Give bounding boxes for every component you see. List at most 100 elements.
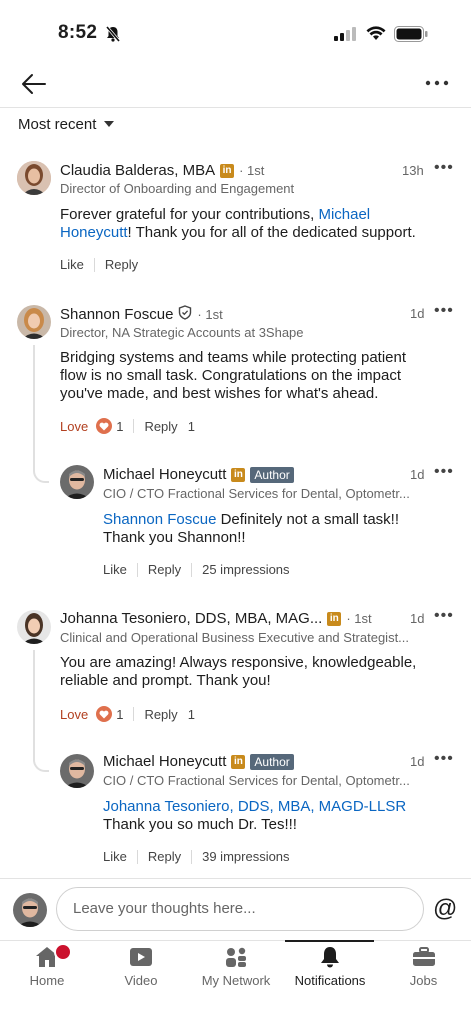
reply-header: Michael Honeycutt in Author bbox=[103, 466, 294, 483]
network-icon bbox=[223, 945, 249, 969]
comment-more-icon[interactable]: ••• bbox=[434, 160, 454, 176]
author-badge: Author bbox=[250, 466, 294, 483]
nav-label: Home bbox=[29, 973, 65, 988]
divider bbox=[133, 707, 135, 721]
bell-icon bbox=[317, 945, 343, 969]
status-time: 8:52 bbox=[58, 22, 98, 43]
reply-author-headline: CIO / CTO Fractional Services for Dental… bbox=[103, 773, 410, 788]
connection-degree: · 1st bbox=[239, 163, 265, 178]
nav-video[interactable]: Video bbox=[94, 941, 188, 1001]
commenter-name[interactable]: Johanna Tesoniero, DDS, MBA, MAG... bbox=[60, 610, 322, 627]
love-reaction-button[interactable]: Love bbox=[60, 419, 88, 434]
nav-home[interactable]: Home bbox=[0, 941, 94, 1001]
reply-more-icon[interactable]: ••• bbox=[434, 751, 454, 767]
reply-button[interactable]: Reply bbox=[148, 562, 181, 577]
divider bbox=[191, 849, 193, 864]
notification-badge bbox=[54, 943, 72, 961]
heart-reaction-icon bbox=[96, 706, 113, 722]
bottom-navigation: Home Video My Network Notifications Jobs bbox=[0, 940, 471, 1024]
reply-time: 1d bbox=[410, 467, 425, 482]
divider bbox=[191, 562, 193, 577]
reply-more-icon[interactable]: ••• bbox=[434, 464, 454, 480]
reply-button[interactable]: Reply bbox=[144, 707, 177, 722]
comment-input-bar: Leave your thoughts here... @ bbox=[0, 878, 471, 940]
avatar[interactable] bbox=[60, 465, 94, 499]
reply-header: Michael Honeycutt in Author bbox=[103, 753, 294, 770]
commenter-name[interactable]: Claudia Balderas, MBA bbox=[60, 162, 215, 179]
nav-notifications[interactable]: Notifications bbox=[284, 941, 376, 1001]
thread-line bbox=[33, 650, 35, 758]
avatar[interactable] bbox=[17, 161, 51, 195]
signal-icon bbox=[334, 27, 358, 46]
battery-icon bbox=[394, 26, 428, 47]
commenter-header: Johanna Tesoniero, DDS, MBA, MAG... in ·… bbox=[60, 610, 372, 627]
comment-text: Bridging systems and teams while protect… bbox=[60, 349, 407, 402]
reply-button[interactable]: Reply bbox=[148, 849, 181, 864]
reply-actions: Like Reply 25 impressions bbox=[103, 562, 290, 577]
reply-count: 1 bbox=[187, 706, 195, 722]
heart-reaction-icon bbox=[96, 418, 113, 434]
status-bar: 8:52 bbox=[0, 0, 471, 64]
thread-line bbox=[33, 345, 35, 469]
comment-more-icon[interactable]: ••• bbox=[434, 303, 454, 319]
nav-label: Jobs bbox=[409, 973, 438, 988]
muted-bell-icon bbox=[104, 25, 122, 48]
commenter-name[interactable]: Shannon Foscue bbox=[60, 306, 173, 323]
comment-more-icon[interactable]: ••• bbox=[434, 608, 454, 624]
reply-button[interactable]: Reply bbox=[144, 419, 177, 434]
reply-author-name[interactable]: Michael Honeycutt bbox=[103, 466, 226, 483]
more-options-icon[interactable] bbox=[424, 74, 450, 92]
comment-text-part: ! Thank you for all of the dedicated sup… bbox=[127, 224, 416, 241]
like-button[interactable]: Like bbox=[60, 257, 84, 272]
nav-jobs[interactable]: Jobs bbox=[376, 941, 471, 1001]
reaction-count[interactable]: 1 bbox=[116, 707, 123, 722]
comment-actions: Love 1 Reply 1 bbox=[60, 706, 195, 722]
impressions-count: 39 impressions bbox=[202, 849, 290, 864]
avatar[interactable] bbox=[17, 305, 51, 339]
commenter-headline: Director, NA Strategic Accounts at 3Shap… bbox=[60, 325, 304, 340]
reaction-count[interactable]: 1 bbox=[116, 419, 123, 434]
divider bbox=[93, 257, 95, 272]
avatar[interactable] bbox=[60, 754, 94, 788]
thread-connector bbox=[33, 467, 49, 483]
nav-my-network[interactable]: My Network bbox=[188, 941, 284, 1001]
love-reaction-button[interactable]: Love bbox=[60, 707, 88, 722]
divider bbox=[133, 419, 135, 433]
nav-label: Notifications bbox=[294, 973, 366, 988]
mention-at-button[interactable]: @ bbox=[433, 895, 457, 923]
mention-link[interactable]: Johanna Tesoniero, DDS, MBA, MAGD-LLSR bbox=[103, 798, 443, 816]
linkedin-premium-icon: in bbox=[220, 163, 235, 178]
like-button[interactable]: Like bbox=[103, 562, 127, 577]
sort-dropdown[interactable]: Most recent bbox=[18, 114, 115, 134]
back-arrow-icon[interactable] bbox=[20, 72, 48, 96]
like-button[interactable]: Like bbox=[103, 849, 127, 864]
reply-time: 1d bbox=[410, 754, 425, 769]
comment-actions: Like Reply bbox=[60, 257, 138, 272]
linkedin-premium-icon: in bbox=[231, 754, 246, 769]
comment-time: 1d bbox=[410, 611, 425, 626]
nav-label: Video bbox=[124, 973, 158, 988]
current-user-avatar bbox=[13, 893, 47, 927]
comment-text: Forever grateful for your contributions,… bbox=[60, 206, 445, 242]
comment-input[interactable]: Leave your thoughts here... bbox=[56, 887, 424, 931]
avatar[interactable] bbox=[17, 610, 51, 644]
author-badge: Author bbox=[250, 753, 294, 770]
reply-author-headline: CIO / CTO Fractional Services for Dental… bbox=[103, 486, 410, 501]
reply-author-name[interactable]: Michael Honeycutt bbox=[103, 753, 226, 770]
comment-time: 13h bbox=[402, 163, 424, 178]
mention-link[interactable]: Shannon Foscue bbox=[103, 511, 216, 528]
video-icon bbox=[128, 945, 154, 969]
connection-degree: · 1st bbox=[197, 307, 223, 322]
reply-actions: Like Reply 39 impressions bbox=[103, 849, 290, 864]
wifi-icon bbox=[366, 26, 386, 46]
commenter-headline: Clinical and Operational Business Execut… bbox=[60, 630, 410, 645]
comment-claudia: Claudia Balderas, MBA in · 1st Director … bbox=[0, 150, 471, 280]
commenter-headline: Director of Onboarding and Engagement bbox=[60, 181, 295, 196]
reply-count: 1 bbox=[187, 418, 195, 434]
linkedin-premium-icon: in bbox=[327, 611, 342, 626]
reply-button[interactable]: Reply bbox=[105, 257, 138, 272]
commenter-header: Shannon Foscue · 1st bbox=[60, 305, 223, 324]
divider bbox=[136, 849, 138, 864]
briefcase-icon bbox=[411, 945, 437, 969]
impressions-count: 25 impressions bbox=[202, 562, 290, 577]
